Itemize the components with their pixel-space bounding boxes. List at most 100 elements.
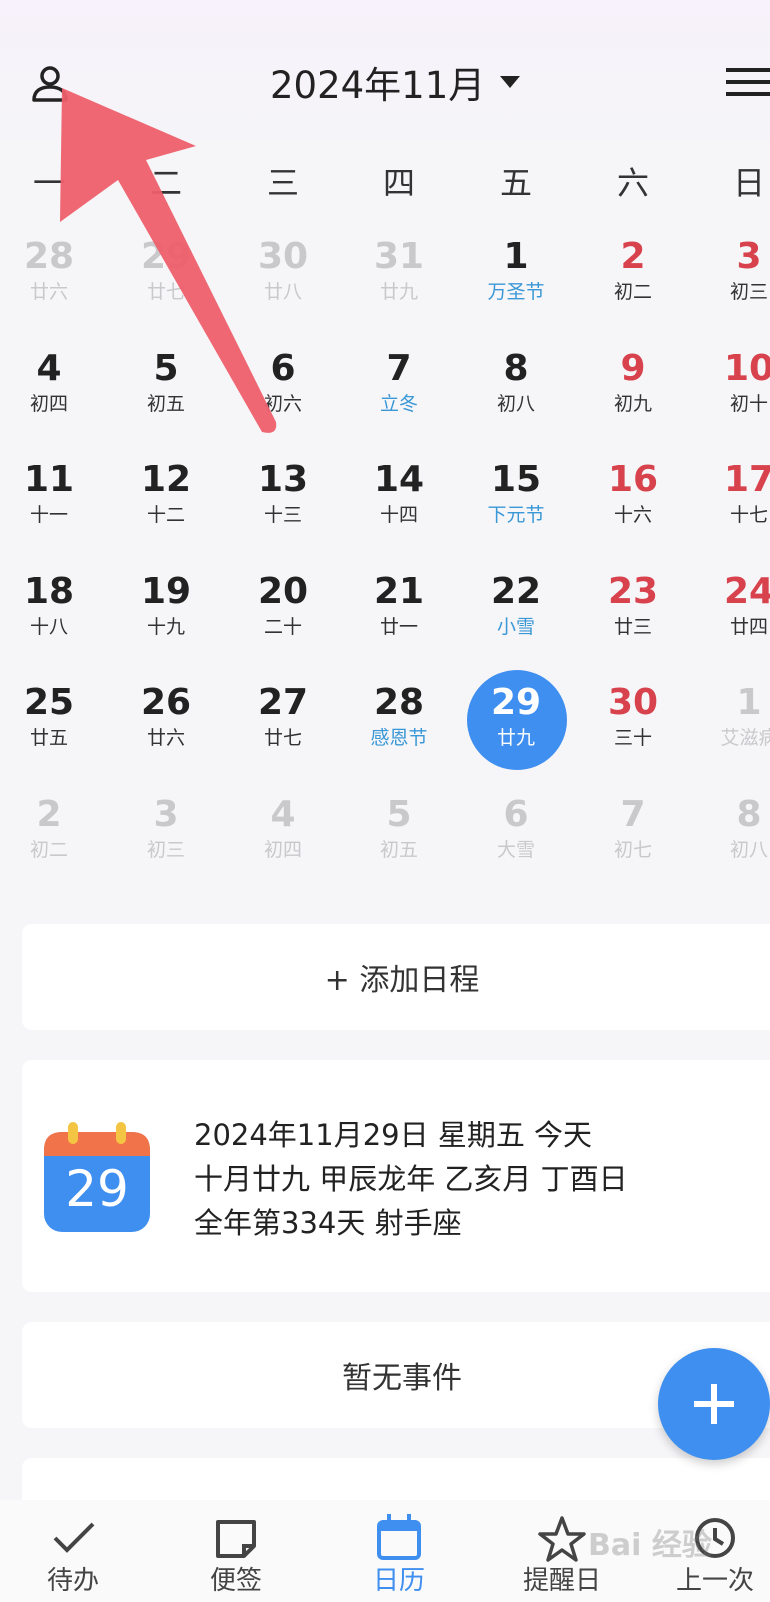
calendar-day[interactable]: 7 初七	[578, 780, 688, 880]
calendar-day[interactable]: 14 十四	[344, 445, 454, 545]
check-icon	[53, 1522, 95, 1553]
day-number: 3	[153, 793, 179, 835]
calendar-day[interactable]: 17 十七	[694, 445, 770, 545]
user-icon[interactable]	[22, 56, 78, 112]
day-number: 8	[736, 793, 762, 835]
calendar-day[interactable]: 6 初六	[228, 334, 338, 434]
day-number: 2	[36, 793, 62, 835]
calendar-day[interactable]: 9 初九	[578, 334, 688, 434]
calendar-day[interactable]: 23 廿三	[578, 557, 688, 657]
day-number: 13	[257, 459, 309, 500]
day-number: 23	[607, 570, 659, 612]
day-number: 28	[23, 236, 75, 277]
calendar-day[interactable]: 5 初五	[111, 334, 221, 434]
day-lunar-label: 廿六	[29, 281, 68, 303]
nav-notes[interactable]: 便签	[176, 1500, 296, 1602]
calendar-day[interactable]: 2 初二	[578, 222, 688, 322]
day-number: 15	[490, 459, 542, 500]
day-lunar-label: 艾滋病	[720, 727, 770, 749]
calendar-day[interactable]: 2 初二	[0, 780, 104, 880]
day-lunar-label: 大雪	[496, 838, 535, 861]
calendar-day[interactable]: 10 初十	[694, 334, 770, 434]
day-lunar-label: 廿八	[263, 281, 302, 303]
weekday-label: 二	[149, 164, 182, 202]
add-schedule-button[interactable]: + 添加日程	[22, 924, 770, 1030]
weekday-label: 五	[499, 164, 532, 202]
day-number: 24	[723, 570, 770, 612]
calendar-day[interactable]: 1 万圣节	[461, 222, 571, 322]
calendar-day[interactable]: 18 十八	[0, 557, 104, 657]
info-lunar-line: 十月廿九 甲辰龙年 乙亥月 丁酉日	[194, 1162, 628, 1196]
weekday-label: 一	[32, 164, 65, 202]
calendar-day[interactable]: 6 大雪	[461, 780, 571, 880]
calendar-day[interactable]: 5 初五	[344, 780, 454, 880]
day-lunar-label: 十二	[146, 504, 185, 526]
month-selector[interactable]: 2024年11月	[270, 54, 521, 110]
calendar-day[interactable]: 30 廿八	[228, 222, 338, 322]
calendar-day[interactable]: 28 廿六	[0, 222, 104, 322]
calendar-day[interactable]: 22 小雪	[461, 557, 571, 657]
day-number: 30	[257, 236, 309, 277]
day-number: 9	[620, 347, 646, 389]
calendar-day[interactable]: 16 十六	[578, 445, 688, 545]
calendar-day[interactable]: 28 感恩节	[344, 668, 454, 768]
calendar-day[interactable]: 24 廿四	[694, 557, 770, 657]
day-number: 1	[503, 236, 529, 277]
day-lunar-label: 初五	[146, 392, 185, 415]
caret-down-icon	[500, 76, 521, 88]
calendar-day[interactable]: 19 十九	[111, 557, 221, 657]
day-lunar-label: 初九	[613, 392, 652, 415]
calendar-day[interactable]: 30 三十	[578, 668, 688, 768]
day-lunar-label: 初十	[729, 392, 768, 415]
calendar-day[interactable]: 3 初三	[111, 780, 221, 880]
nav-calendar[interactable]: 日历	[339, 1500, 459, 1602]
calendar-day[interactable]: 25 廿五	[0, 668, 104, 768]
calendar-day[interactable]: 26 廿六	[111, 668, 221, 768]
calendar-day[interactable]: 31 廿九	[344, 222, 454, 322]
calendar-day[interactable]: 3 初三	[694, 222, 770, 322]
day-lunar-label: 初四	[263, 838, 302, 861]
calendar-day[interactable]: 15 下元节	[461, 445, 571, 545]
hamburger-menu-icon[interactable]	[726, 60, 770, 104]
day-number: 27	[257, 682, 309, 723]
day-number: 4	[270, 793, 296, 835]
nav-label: 便签	[209, 1566, 262, 1596]
calendar-day[interactable]: 21 廿一	[344, 557, 454, 657]
day-lunar-label: 下元节	[487, 504, 545, 526]
day-number: 6	[270, 347, 296, 389]
calendar-day-today[interactable]: 29 廿九	[461, 668, 571, 770]
day-lunar-label: 感恩节	[370, 727, 428, 749]
calendar-day[interactable]: 4 初四	[0, 334, 104, 434]
day-lunar-label: 廿六	[146, 727, 185, 749]
add-fab-button[interactable]	[658, 1348, 770, 1460]
day-number: 18	[23, 570, 75, 612]
day-number: 29	[490, 682, 542, 723]
calendar-day[interactable]: 20 二十	[228, 557, 338, 657]
weekday-label: 六	[616, 164, 649, 202]
calendar-day[interactable]: 12 十二	[111, 445, 221, 545]
calendar-day[interactable]: 8 初八	[694, 780, 770, 880]
no-events-label: 暂无事件	[342, 1361, 462, 1396]
day-lunar-label: 十四	[379, 504, 418, 526]
calendar-day[interactable]: 11 十一	[0, 445, 104, 545]
day-number: 16	[607, 459, 659, 500]
day-lunar-label: 十九	[146, 615, 185, 638]
day-number: 11	[23, 459, 75, 500]
calendar-day[interactable]: 27 廿七	[228, 668, 338, 768]
day-lunar-label: 廿九	[379, 281, 418, 303]
calendar-day[interactable]: 8 初八	[461, 334, 571, 434]
weekday-header: 一 二 三 四 五 六 日	[0, 158, 770, 208]
calendar-day[interactable]: 1 艾滋病	[694, 668, 770, 768]
calendar-day[interactable]: 7 立冬	[344, 334, 454, 434]
day-lunar-label: 初八	[496, 392, 535, 415]
day-lunar-label: 廿四	[729, 615, 768, 638]
calendar-day[interactable]: 4 初四	[228, 780, 338, 880]
calendar-day[interactable]: 13 十三	[228, 445, 338, 545]
calendar-day[interactable]: 29 廿七	[111, 222, 221, 322]
day-number: 12	[140, 459, 192, 500]
day-number: 4	[36, 347, 62, 389]
note-icon	[216, 1520, 256, 1558]
nav-todo[interactable]: 待办	[13, 1500, 133, 1602]
day-lunar-label: 十八	[29, 615, 68, 638]
nav-label: 上一次	[675, 1566, 754, 1596]
